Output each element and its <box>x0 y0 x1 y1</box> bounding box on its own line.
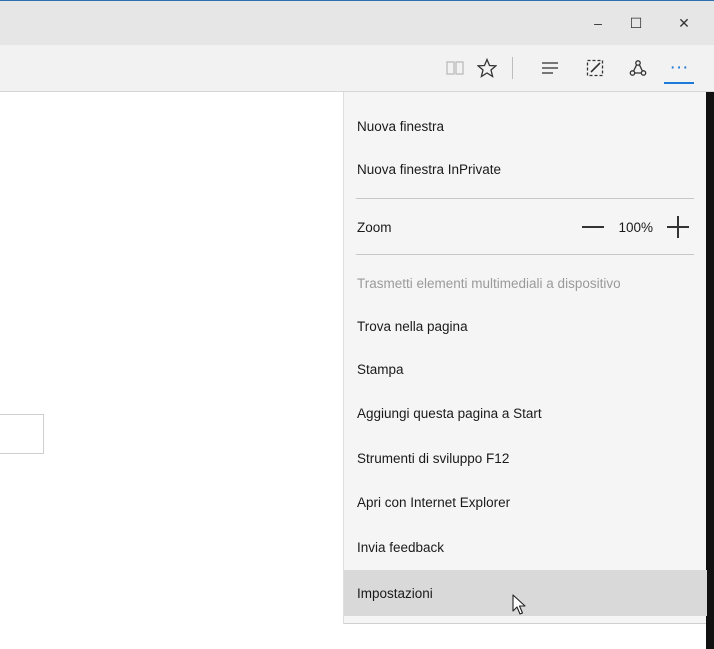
zoom-label: Zoom <box>357 219 392 235</box>
menu-item-zoom: Zoom 100% <box>344 207 707 247</box>
share-icon <box>629 60 647 76</box>
menu-item-cast-media: Trasmetti elementi multimediali a dispos… <box>357 275 621 291</box>
mouse-cursor-icon <box>512 594 526 615</box>
menu-item-send-feedback[interactable]: Invia feedback <box>344 527 707 567</box>
more-actions-menu: Nuova finestra Nuova finestra InPrivate … <box>343 92 707 624</box>
window-edge <box>706 92 714 649</box>
zoom-value: 100% <box>618 219 653 235</box>
more-button[interactable]: ··· <box>664 53 694 84</box>
star-icon <box>477 58 497 78</box>
hub-icon <box>542 62 558 74</box>
menu-separator <box>356 198 694 199</box>
menu-separator <box>356 254 694 255</box>
maximize-button[interactable]: ☐ <box>616 9 656 37</box>
menu-item-print[interactable]: Stampa <box>344 349 707 389</box>
close-button[interactable]: ✕ <box>664 9 704 37</box>
minimize-button[interactable]: – <box>578 9 618 37</box>
zoom-out-button[interactable] <box>582 226 605 228</box>
favorites-button[interactable] <box>472 53 502 83</box>
menu-item-new-window[interactable]: Nuova finestra <box>344 106 707 146</box>
menu-item-find-on-page[interactable]: Trova nella pagina <box>344 306 707 346</box>
menu-item-new-inprivate[interactable]: Nuova finestra InPrivate <box>344 149 707 189</box>
zoom-in-button[interactable] <box>667 216 689 238</box>
toolbar-separator <box>512 57 513 79</box>
pen-note-icon <box>586 59 604 77</box>
browser-toolbar: ··· <box>0 45 714 92</box>
share-button[interactable] <box>623 53 653 83</box>
page-search-input[interactable] <box>0 414 44 454</box>
reading-view-button[interactable] <box>440 53 470 83</box>
book-icon <box>446 61 464 75</box>
title-bar: – ☐ ✕ <box>0 0 714 45</box>
menu-item-dev-tools[interactable]: Strumenti di sviluppo F12 <box>344 438 707 478</box>
menu-item-pin-to-start[interactable]: Aggiungi questa pagina a Start <box>344 393 707 433</box>
web-note-button[interactable] <box>580 53 610 83</box>
zoom-controls: 100% <box>582 207 689 247</box>
hub-button[interactable] <box>535 53 565 83</box>
menu-item-open-with-ie[interactable]: Apri con Internet Explorer <box>344 482 707 522</box>
